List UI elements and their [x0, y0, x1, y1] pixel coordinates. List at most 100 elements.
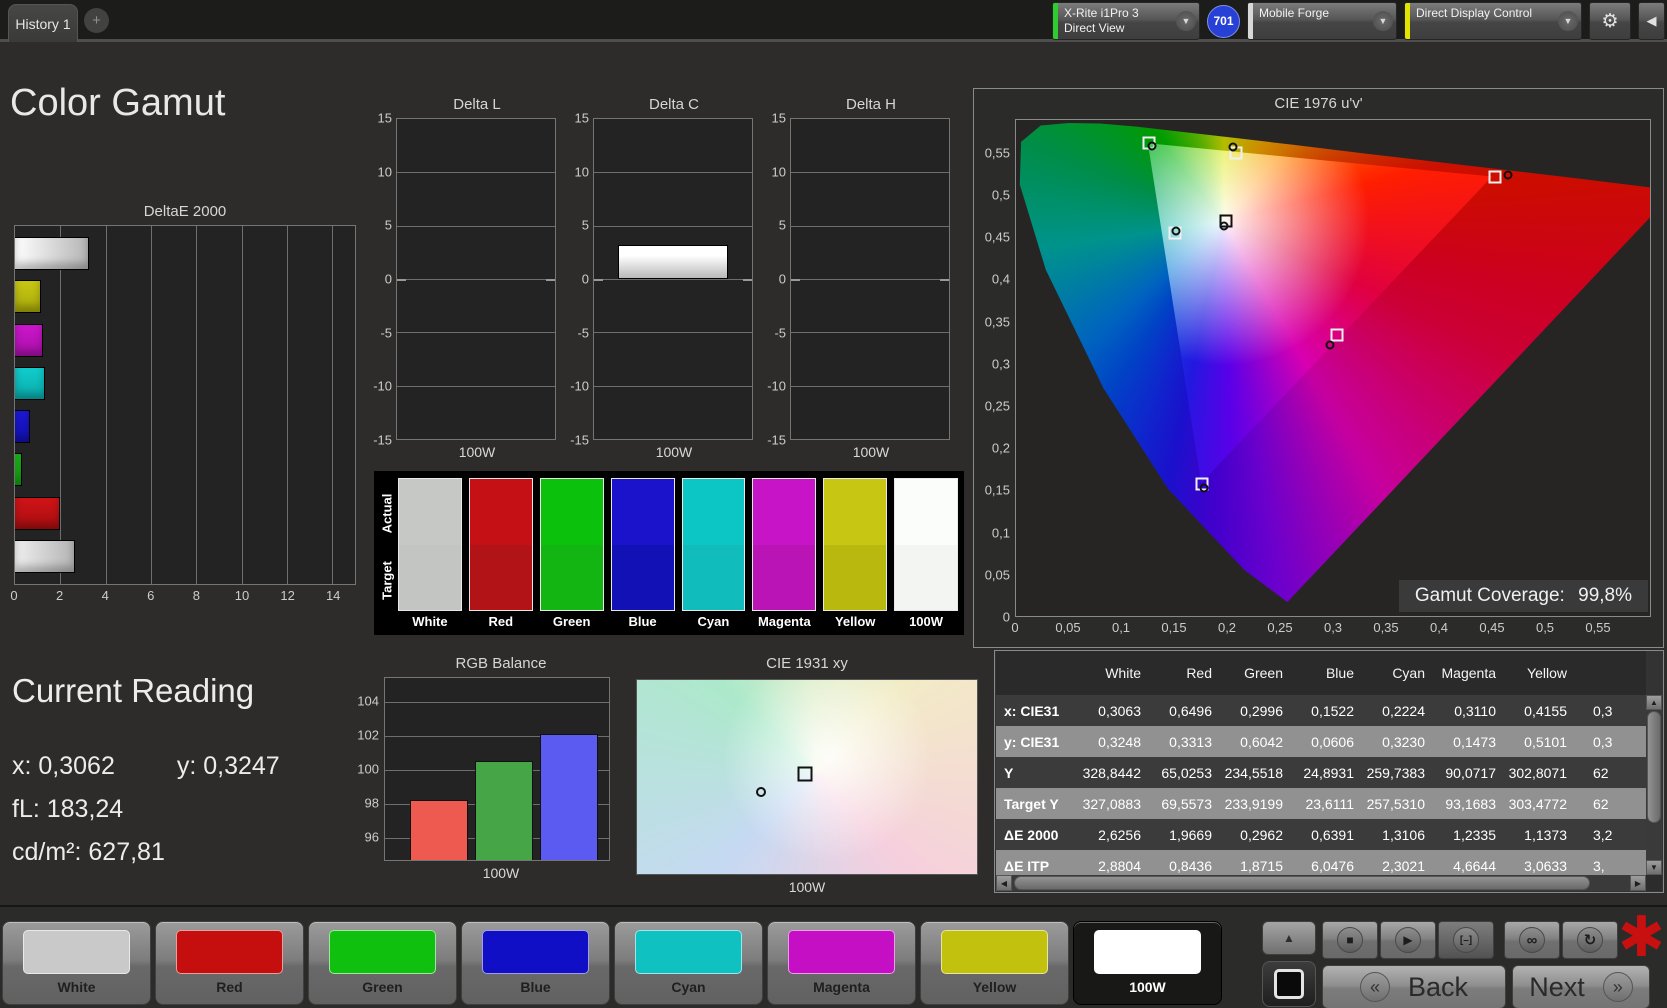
- pattern-label: Red: [216, 979, 243, 995]
- pattern-button-100w[interactable]: 100W: [1073, 921, 1222, 1005]
- swatch-actual: [399, 479, 461, 545]
- swatch-actual: [611, 479, 674, 545]
- refresh-button[interactable]: ↻: [1562, 921, 1618, 959]
- axis-tick-label: 0,45: [984, 229, 1010, 245]
- table-cell: 0,5101: [1524, 733, 1567, 750]
- chevron-down-icon[interactable]: ▼: [1370, 3, 1396, 39]
- delta-plot: [593, 118, 753, 440]
- axis-tick-label: 0: [384, 271, 392, 287]
- next-button[interactable]: Next »: [1512, 965, 1650, 1008]
- pattern-window-button[interactable]: [1262, 961, 1316, 1007]
- scroll-thumb[interactable]: [1014, 876, 1590, 890]
- table-cell: 257,5310: [1366, 795, 1425, 812]
- meter-dropdown[interactable]: X-Rite i1Pro 3 Direct View ▼: [1052, 2, 1200, 40]
- deltae-bar-magenta: [15, 323, 43, 357]
- axis-label: 100W: [655, 444, 693, 460]
- axis-tick-label: 0,05: [984, 567, 1010, 583]
- table-cell: 3,0633: [1524, 857, 1567, 874]
- swatch-columns: [398, 478, 958, 611]
- table-cell: 302,8071: [1508, 764, 1567, 781]
- collapse-panel-button[interactable]: ◀: [1638, 2, 1665, 40]
- chevron-down-icon[interactable]: ▼: [1173, 3, 1199, 39]
- swatch-label: Red: [488, 614, 514, 629]
- pattern-button-white[interactable]: White: [2, 921, 151, 1005]
- table-row-label: Y: [1004, 764, 1014, 781]
- pattern-label: Blue: [520, 979, 551, 995]
- display-control-dropdown[interactable]: Direct Display Control ▼: [1404, 2, 1582, 40]
- table-cell: 0,2962: [1240, 826, 1283, 843]
- axis-tick-label: 0,25: [1267, 620, 1293, 635]
- deltae-bar-row: [15, 275, 355, 318]
- source-dropdown[interactable]: Mobile Forge ▼: [1247, 2, 1397, 40]
- step-button[interactable]: [–]: [1438, 921, 1494, 959]
- axis-tick-label: 0,55: [1585, 620, 1611, 635]
- chart-title: RGB Balance: [455, 655, 547, 672]
- axis-tick-label: -5: [380, 325, 392, 341]
- pattern-button-green[interactable]: Green: [308, 921, 457, 1005]
- axis-tick-label: 12: [280, 588, 295, 603]
- pattern-swatch: [176, 930, 283, 974]
- table-cell: 0,0606: [1311, 733, 1354, 750]
- swatch-target: [399, 544, 461, 610]
- cie1976-plot: Gamut Coverage: 99,8%: [1015, 119, 1651, 617]
- top-bar: History 1 + X-Rite i1Pro 3 Direct View ▼ …: [0, 0, 1667, 42]
- zero-tick: [546, 279, 555, 281]
- rgb-bar-green: [475, 761, 533, 860]
- gridline: [791, 172, 949, 174]
- pattern-button-blue[interactable]: Blue: [461, 921, 610, 1005]
- swatch-label: Yellow: [834, 614, 876, 629]
- pattern-button-cyan[interactable]: Cyan: [614, 921, 763, 1005]
- pattern-button-yellow[interactable]: Yellow: [920, 921, 1069, 1005]
- back-chevron-icon: «: [1359, 972, 1390, 1002]
- table-cell: 23,6111: [1305, 795, 1354, 812]
- stop-button[interactable]: ■: [1322, 921, 1378, 959]
- add-tab-button[interactable]: +: [84, 8, 109, 33]
- play-button[interactable]: ▶: [1380, 921, 1436, 959]
- next-chevron-icon: »: [1602, 972, 1633, 1002]
- swatch-target: [824, 544, 887, 610]
- scroll-left-icon[interactable]: ◀: [996, 875, 1012, 891]
- scroll-right-icon[interactable]: ▶: [1630, 875, 1646, 891]
- swatch-white: [398, 478, 462, 611]
- swatch-actual: [469, 479, 532, 545]
- back-button[interactable]: « Back: [1322, 965, 1506, 1008]
- settings-button[interactable]: ⚙: [1589, 2, 1631, 40]
- table-cell: 0,3110: [1454, 702, 1496, 719]
- tab-history-1[interactable]: History 1: [8, 4, 78, 42]
- chart-title: DeltaE 2000: [143, 203, 227, 220]
- gridline: [791, 332, 949, 334]
- axis-tick-label: 0,5: [991, 187, 1010, 203]
- axis-tick-label: 6: [147, 588, 155, 603]
- table-cell: 93,1683: [1445, 795, 1496, 812]
- pattern-button-magenta[interactable]: Magenta: [767, 921, 916, 1005]
- swatch-red: [468, 478, 533, 611]
- loop-button[interactable]: ∞: [1504, 921, 1560, 959]
- axis-tick-label: 0,15: [1161, 620, 1187, 635]
- axis-tick-label: 102: [357, 727, 379, 743]
- delta-y-axis: 15 10 5 0 -5 -10 -15: [563, 111, 593, 448]
- deltae-bar-blue: [15, 410, 30, 444]
- table-cell: 1,9669: [1169, 826, 1212, 843]
- vertical-scrollbar[interactable]: ▲ ▼: [1646, 695, 1662, 875]
- axis-tick-label: 10: [574, 164, 589, 180]
- horizontal-scrollbar[interactable]: ◀ ▶: [996, 875, 1646, 891]
- table-header-cell: White: [1105, 665, 1141, 681]
- swatch-actual: [895, 479, 957, 545]
- chevron-down-icon[interactable]: ▼: [1555, 3, 1581, 39]
- pattern-swatch: [329, 930, 436, 974]
- pattern-button-red[interactable]: Red: [155, 921, 304, 1005]
- table-cell: 2,3021: [1382, 857, 1425, 874]
- deltae-bar-green: [15, 453, 22, 487]
- scroll-thumb[interactable]: [1647, 711, 1661, 823]
- scroll-down-icon[interactable]: ▼: [1646, 860, 1662, 875]
- table-cell: 3,: [1593, 857, 1605, 874]
- reading-y: y: 0,3247: [176, 752, 280, 780]
- axis-tick-label: 0,3: [1323, 620, 1343, 635]
- pattern-up-button[interactable]: ▲: [1262, 921, 1316, 955]
- table-row: ΔE ITP 2,8804 0,8436 1,8715 6,0476 2,3021 4,66…: [996, 850, 1646, 875]
- marker-circle: [756, 786, 767, 797]
- scroll-up-icon[interactable]: ▲: [1646, 695, 1662, 710]
- swatch-green: [539, 478, 604, 611]
- delta-chart-delta-l: Delta L 15 10 5 0 -5 -10 -15 100W: [366, 96, 558, 462]
- swatch-target: [753, 544, 816, 610]
